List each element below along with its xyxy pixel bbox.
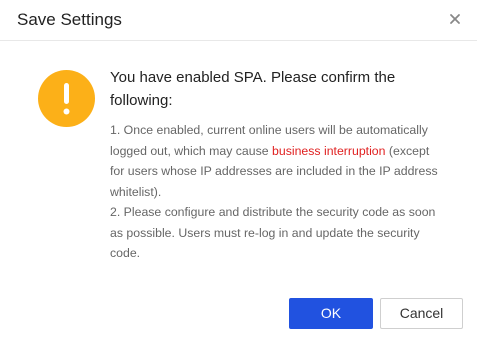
dialog-header: Save Settings — [0, 0, 477, 41]
ok-button[interactable]: OK — [289, 298, 373, 329]
detail-item-1: 1. Once enabled, current online users wi… — [110, 120, 440, 202]
exclamation-circle-icon — [38, 70, 95, 127]
business-interruption-highlight: business interruption — [272, 143, 386, 158]
detail-item-2: 2. Please configure and distribute the s… — [110, 205, 436, 260]
confirm-details: 1. Once enabled, current online users wi… — [110, 120, 440, 264]
close-icon[interactable] — [446, 10, 464, 28]
save-settings-dialog: Save Settings You have enabled SPA. Plea… — [0, 0, 477, 347]
dialog-title: Save Settings — [17, 10, 122, 29]
cancel-button[interactable]: Cancel — [380, 298, 463, 329]
confirm-heading: You have enabled SPA. Please confirm the… — [110, 69, 396, 109]
